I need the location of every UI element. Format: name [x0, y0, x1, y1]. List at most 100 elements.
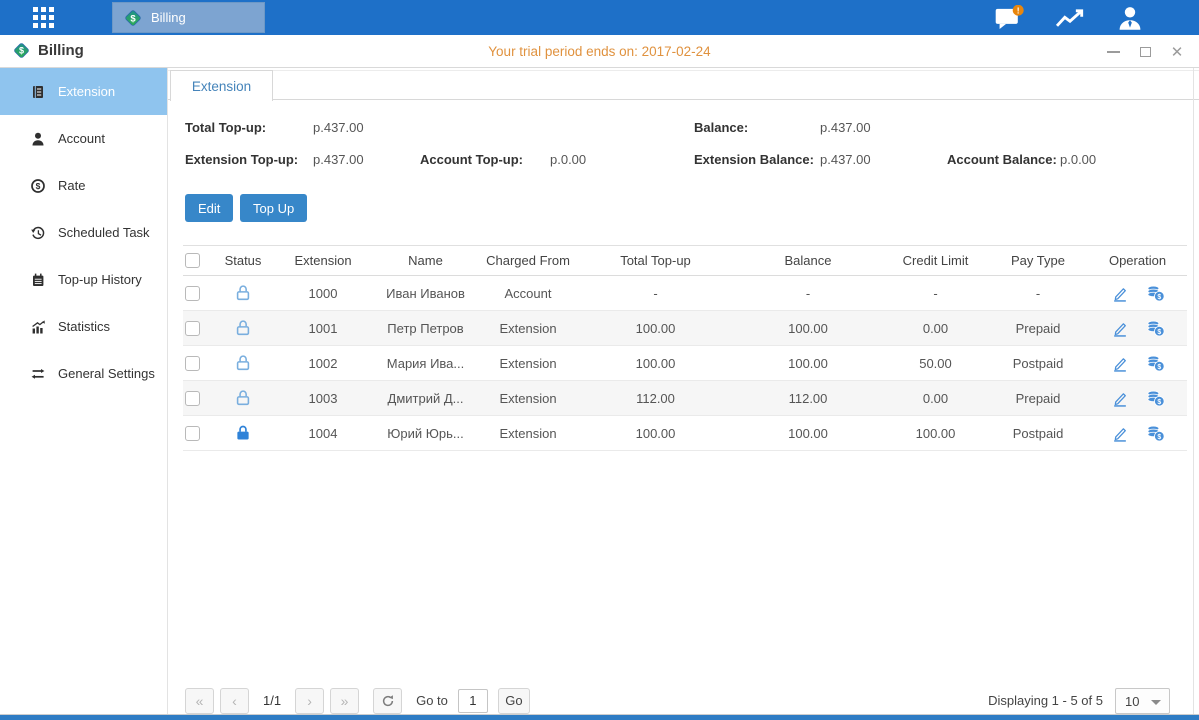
topup-coins-icon[interactable]: $	[1146, 320, 1164, 337]
table-row[interactable]: 1000 Иван Иванов Account - - - - $	[183, 276, 1187, 311]
extension-balance-label: Extension Balance:	[694, 152, 814, 167]
reports-chart-icon[interactable]	[1053, 5, 1087, 31]
sidebar: Extension Account $ Rate Scheduled Task	[0, 68, 168, 714]
page-indicator: 1/1	[255, 693, 289, 708]
prev-page-button[interactable]: ‹	[220, 688, 249, 714]
goto-page-input[interactable]	[458, 689, 488, 713]
table-row[interactable]: 1002 Мария Ива... Extension 100.00 100.0…	[183, 346, 1187, 381]
svg-text:$: $	[1157, 433, 1161, 440]
sidebar-item-statistics[interactable]: Statistics	[0, 303, 167, 350]
app-launcher-grid-icon[interactable]	[33, 7, 56, 28]
edit-pencil-icon[interactable]	[1111, 355, 1129, 372]
account-balance-label: Account Balance:	[947, 152, 1057, 167]
account-balance-value: p.0.00	[1060, 152, 1096, 167]
main-content: Extension Total Top-up: p.437.00 Balance…	[168, 68, 1199, 714]
table-header-row: Status Extension Name Charged From Total…	[183, 245, 1187, 276]
sidebar-item-general-settings[interactable]: General Settings	[0, 350, 167, 397]
billing-diamond-icon: $	[123, 8, 143, 28]
col-credit-limit[interactable]: Credit Limit	[883, 253, 988, 268]
extension-topup-label: Extension Top-up:	[185, 152, 298, 167]
dollar-circle-icon: $	[30, 178, 46, 194]
lock-status-icon	[234, 389, 252, 407]
extension-balance-value: p.437.00	[820, 152, 871, 167]
col-status[interactable]: Status	[213, 253, 273, 268]
col-balance[interactable]: Balance	[733, 253, 883, 268]
lock-status-icon	[234, 354, 252, 372]
topup-coins-icon[interactable]: $	[1146, 425, 1164, 442]
first-page-button[interactable]: «	[185, 688, 214, 714]
refresh-icon	[381, 694, 395, 708]
row-checkbox[interactable]	[185, 321, 200, 336]
svg-text:$: $	[1157, 398, 1161, 405]
topup-coins-icon[interactable]: $	[1146, 285, 1164, 302]
balance-label: Balance:	[694, 120, 748, 135]
next-page-button[interactable]: ›	[295, 688, 324, 714]
notebook-icon	[30, 272, 46, 288]
sidebar-item-rate[interactable]: $ Rate	[0, 162, 167, 209]
user-account-icon[interactable]	[1113, 5, 1147, 31]
topup-button[interactable]: Top Up	[240, 194, 307, 222]
svg-text:$: $	[36, 181, 41, 191]
refresh-button[interactable]	[373, 688, 402, 714]
col-operation: Operation	[1088, 253, 1187, 268]
messages-icon[interactable]: !	[993, 5, 1027, 31]
window-bottom-frame	[0, 714, 1199, 720]
select-all-checkbox[interactable]	[185, 253, 200, 268]
chevron-down-icon	[1151, 700, 1161, 705]
edit-pencil-icon[interactable]	[1111, 320, 1129, 337]
row-checkbox[interactable]	[185, 391, 200, 406]
table-row[interactable]: 1003 Дмитрий Д... Extension 112.00 112.0…	[183, 381, 1187, 416]
minimize-icon[interactable]	[1105, 44, 1121, 60]
extension-topup-value: p.437.00	[313, 152, 364, 167]
page-size-select[interactable]: 10	[1115, 688, 1170, 714]
transfer-arrows-icon	[30, 366, 46, 382]
edit-pencil-icon[interactable]	[1111, 390, 1129, 407]
lock-status-icon	[234, 319, 252, 337]
col-charged-from[interactable]: Charged From	[478, 253, 578, 268]
sidebar-item-label: Top-up History	[58, 272, 142, 287]
last-page-button[interactable]: »	[330, 688, 359, 714]
window-right-border	[1193, 68, 1194, 714]
col-extension[interactable]: Extension	[273, 253, 373, 268]
close-icon[interactable]: ✕	[1169, 44, 1185, 60]
col-total-topup[interactable]: Total Top-up	[578, 253, 733, 268]
go-button[interactable]: Go	[498, 688, 530, 714]
table-row[interactable]: 1001 Петр Петров Extension 100.00 100.00…	[183, 311, 1187, 346]
sidebar-item-extension[interactable]: Extension	[0, 68, 167, 115]
sidebar-item-label: Statistics	[58, 319, 110, 334]
sidebar-item-topup-history[interactable]: Top-up History	[0, 256, 167, 303]
edit-pencil-icon[interactable]	[1111, 425, 1129, 442]
sidebar-item-label: Rate	[58, 178, 85, 193]
col-name[interactable]: Name	[373, 253, 478, 268]
edit-button[interactable]: Edit	[185, 194, 233, 222]
account-topup-label: Account Top-up:	[420, 152, 523, 167]
window-title-bar: $ Billing Your trial period ends on: 201…	[0, 35, 1199, 68]
sidebar-item-scheduled-task[interactable]: Scheduled Task	[0, 209, 167, 256]
svg-text:$: $	[1157, 328, 1161, 335]
col-pay-type[interactable]: Pay Type	[988, 253, 1088, 268]
topup-coins-icon[interactable]: $	[1146, 390, 1164, 407]
row-checkbox[interactable]	[185, 286, 200, 301]
notification-badge: !	[1017, 5, 1020, 15]
billing-app-window: $ Billing !	[0, 0, 1199, 720]
row-checkbox[interactable]	[185, 426, 200, 441]
taskbar-tab-label: Billing	[151, 10, 186, 25]
sidebar-item-label: Account	[58, 131, 105, 146]
sidebar-item-label: General Settings	[58, 366, 155, 381]
total-topup-value: p.437.00	[313, 120, 364, 135]
tab-extension[interactable]: Extension	[170, 70, 273, 101]
taskbar-tab-billing[interactable]: $ Billing	[112, 2, 265, 33]
displaying-status: Displaying 1 - 5 of 5	[908, 693, 1103, 708]
trial-notice: Your trial period ends on: 2017-02-24	[0, 44, 1199, 59]
topup-coins-icon[interactable]: $	[1146, 355, 1164, 372]
table-row[interactable]: 1004 Юрий Юрь... Extension 100.00 100.00…	[183, 416, 1187, 451]
maximize-icon[interactable]	[1137, 44, 1153, 60]
person-icon	[30, 131, 46, 147]
total-topup-label: Total Top-up:	[185, 120, 266, 135]
edit-pencil-icon[interactable]	[1111, 285, 1129, 302]
row-checkbox[interactable]	[185, 356, 200, 371]
goto-label: Go to	[416, 693, 448, 708]
sidebar-item-account[interactable]: Account	[0, 115, 167, 162]
sidebar-item-label: Scheduled Task	[58, 225, 150, 240]
balance-value: p.437.00	[820, 120, 871, 135]
